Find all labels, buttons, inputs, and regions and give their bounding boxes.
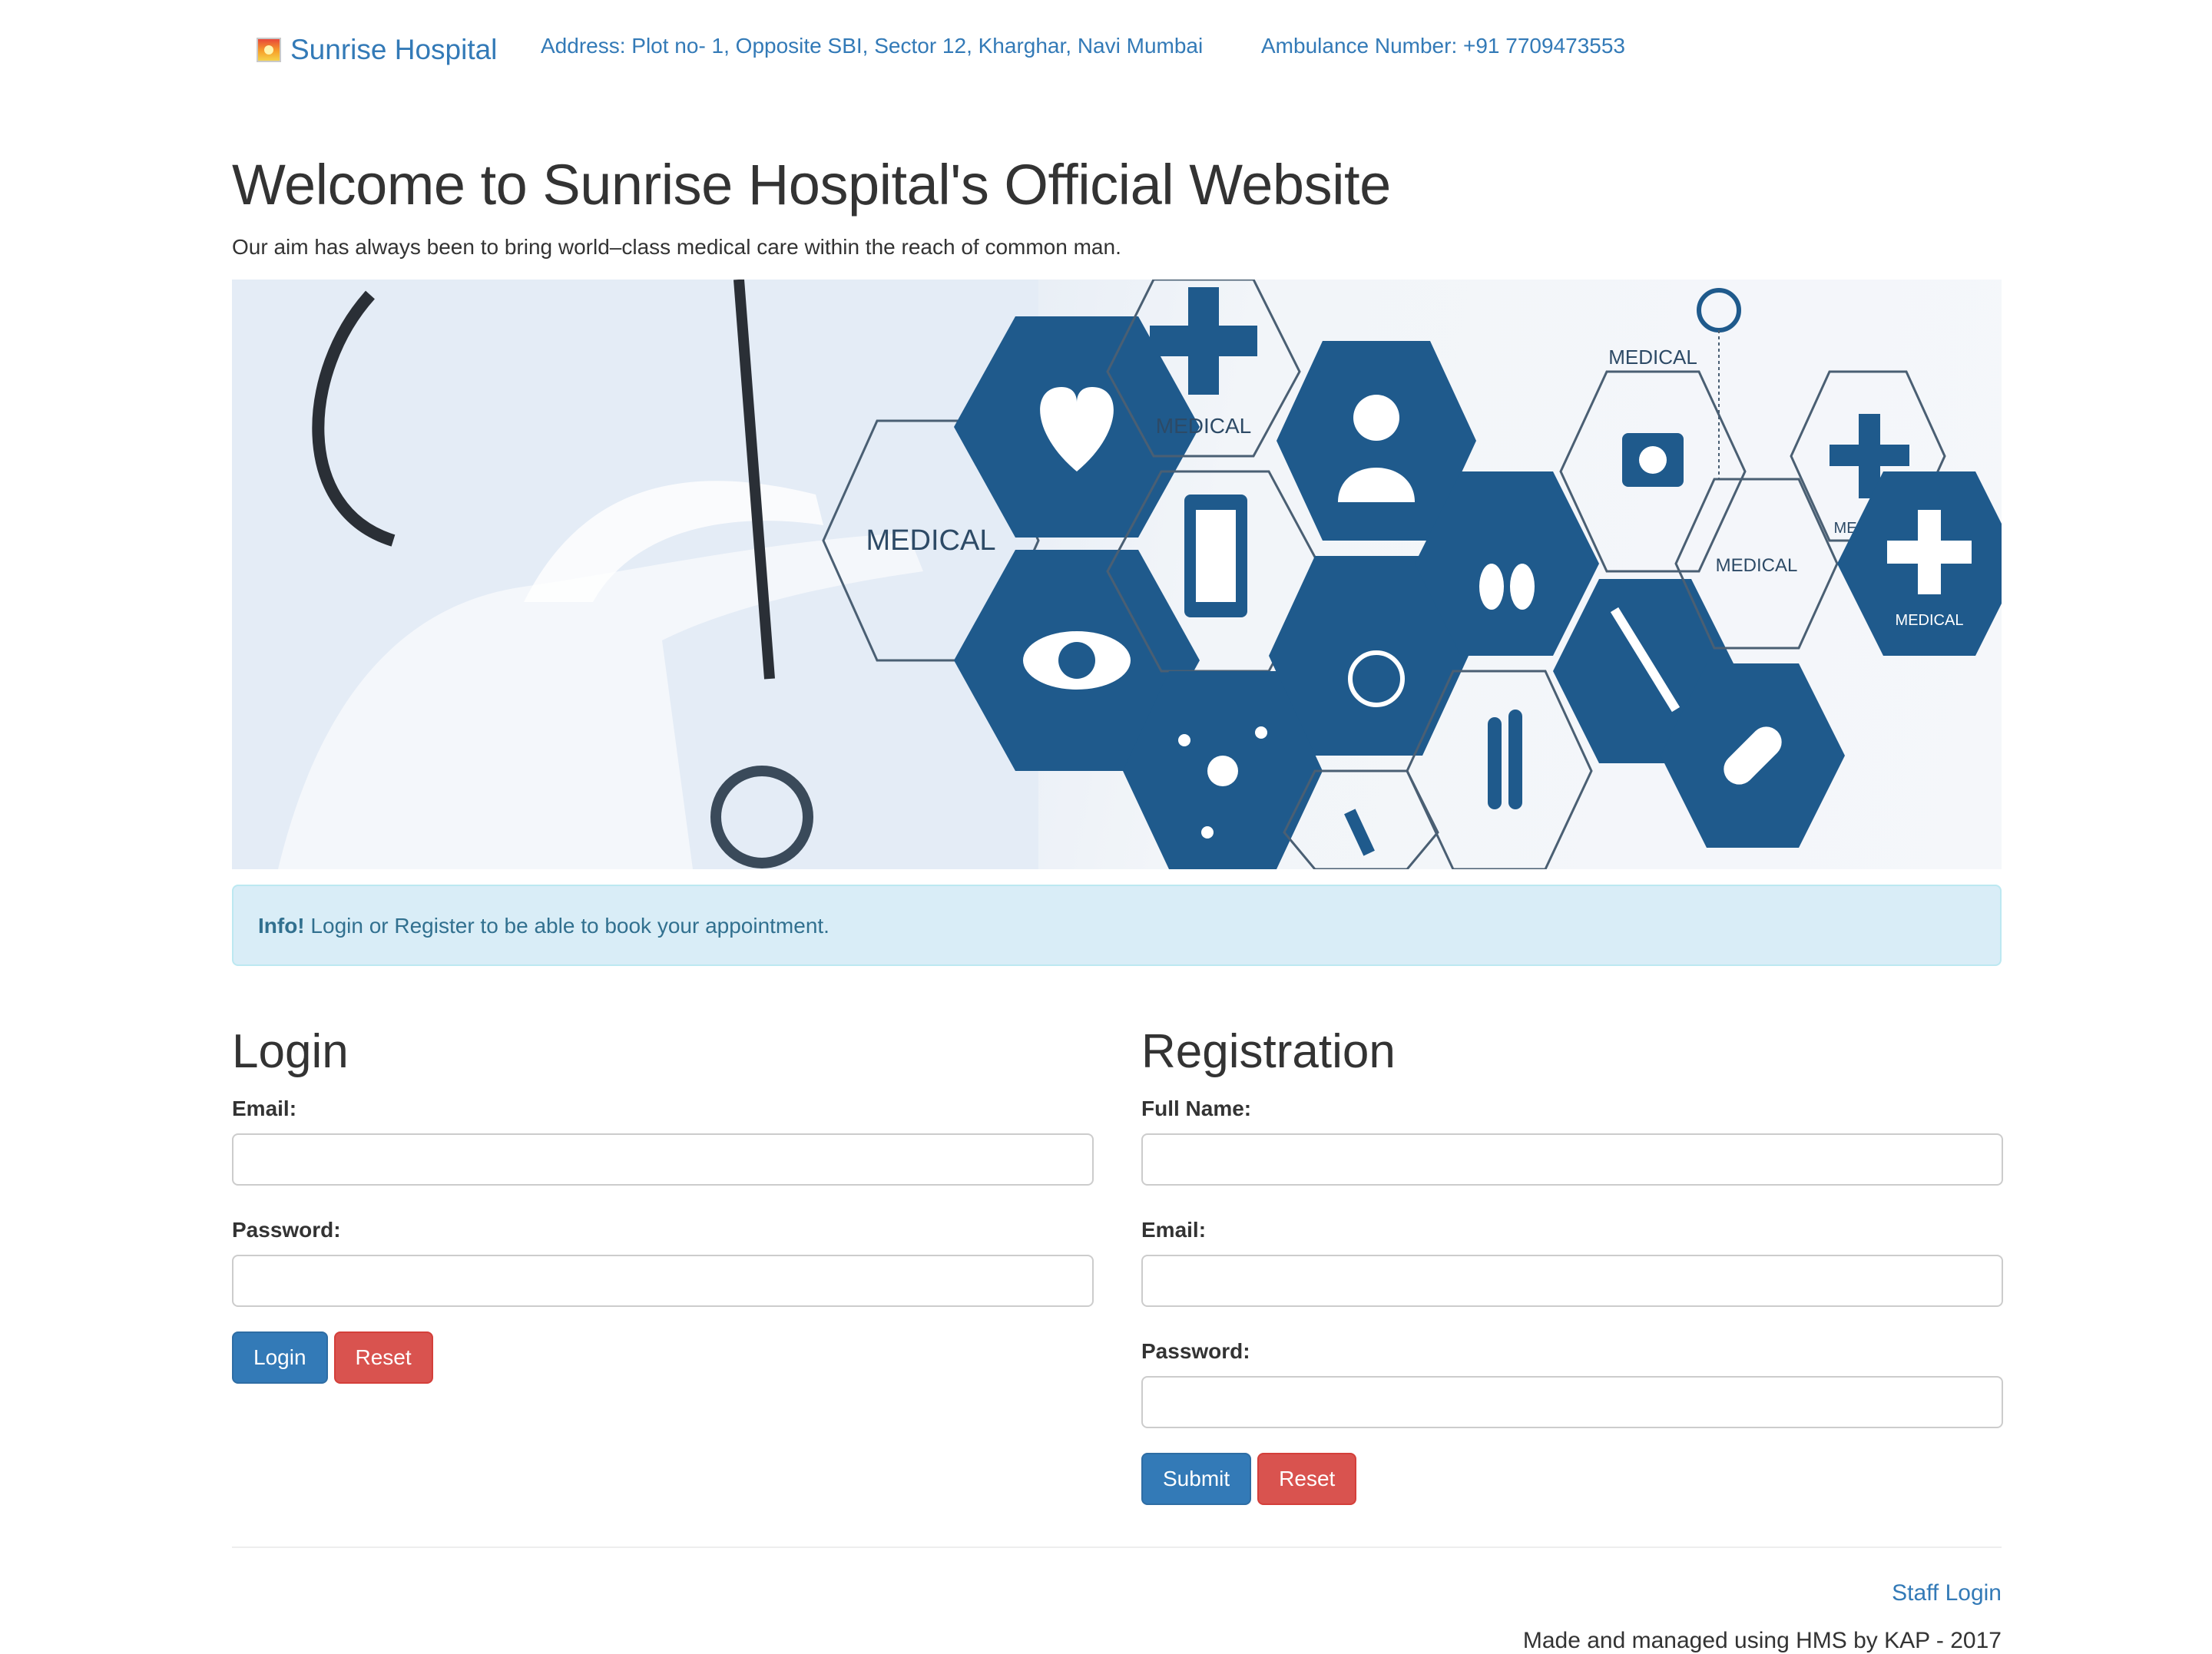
navbar: Sunrise Hospital Address: Plot no- 1, Op… (0, 0, 2212, 100)
register-password-field[interactable] (1141, 1376, 2003, 1428)
register-email-label: Email: (1141, 1218, 1207, 1242)
login-password-field[interactable] (232, 1255, 1094, 1307)
address-link[interactable]: Address: Plot no- 1, Opposite SBI, Secto… (541, 34, 1203, 58)
login-email-field[interactable] (232, 1133, 1094, 1186)
footer-divider (232, 1546, 2002, 1548)
page-title: Welcome to Sunrise Hospital's Official W… (232, 153, 1391, 217)
login-password-label: Password: (232, 1218, 341, 1242)
banner-label: MEDICAL (1156, 414, 1251, 438)
login-email-label: Email: (232, 1097, 297, 1120)
microscope-icon (1283, 769, 1439, 869)
alert-text: Login or Register to be able to book you… (304, 914, 830, 938)
fullname-field[interactable] (1141, 1133, 2003, 1186)
login-button[interactable]: Login (232, 1331, 328, 1384)
login-actions: Login Reset (232, 1331, 1094, 1384)
alert-strong: Info! (258, 914, 305, 938)
banner-illustration: MEDICAL MEDICAL MEDICAL MEDICAL MEDICAL (232, 280, 2002, 869)
banner-label: MEDICAL (1608, 346, 1697, 369)
lead-text: Our aim has always been to bring world–c… (232, 235, 1121, 259)
login-reset-button[interactable]: Reset (333, 1331, 433, 1384)
ring-icon (1697, 288, 1741, 332)
info-alert: Info! Login or Register to be able to bo… (232, 885, 2002, 966)
register-reset-button[interactable]: Reset (1257, 1453, 1357, 1505)
banner-label: MEDICAL (866, 524, 996, 557)
login-section: Login Email: Password: Login Reset (232, 1021, 1094, 1384)
ambulance-link[interactable]: Ambulance Number: +91 7709473553 (1261, 34, 1625, 58)
sunrise-icon (257, 38, 281, 62)
registration-actions: Submit Reset (1141, 1453, 2003, 1505)
register-password-label: Password: (1141, 1339, 1250, 1363)
brand-link[interactable]: Sunrise Hospital (257, 34, 497, 66)
fullname-label: Full Name: (1141, 1097, 1252, 1120)
register-email-field[interactable] (1141, 1255, 2003, 1307)
hero-banner: MEDICAL MEDICAL MEDICAL MEDICAL MEDICAL (232, 280, 2002, 869)
medical-cross-icon: MEDICAL (1837, 471, 2002, 656)
banner-label: MEDICAL (1716, 555, 1798, 576)
banner-label: MEDICAL (1896, 612, 1964, 629)
brand-name: Sunrise Hospital (290, 34, 498, 65)
registration-title: Registration (1141, 1025, 1396, 1078)
medical-kit-icon: MEDICAL (1559, 346, 1747, 573)
registration-section: Registration Full Name: Email: Password:… (1141, 1021, 2003, 1505)
footer-credit: Made and managed using HMS by KAP - 2017 (1522, 1628, 2002, 1653)
submit-button[interactable]: Submit (1141, 1453, 1252, 1505)
staff-login-link[interactable]: Staff Login (1892, 1580, 2002, 1606)
login-title: Login (232, 1025, 349, 1078)
